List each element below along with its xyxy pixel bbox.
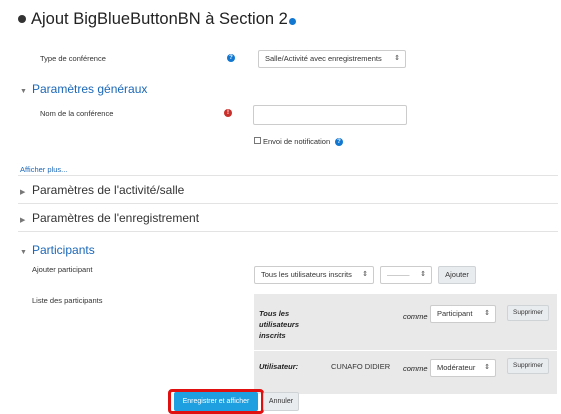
participant-user-select[interactable]: ——— ⇕ [380,266,432,284]
cancel-button[interactable]: Annuler [263,392,299,411]
help-icon[interactable]: ? [335,138,343,146]
section-recording[interactable]: ▶ Paramètres de l'enregistrement [20,211,199,225]
comme-label: comme [403,312,428,321]
add-participant-button[interactable]: Ajouter [438,266,476,284]
comme-label: comme [403,364,428,373]
chevron-down-icon: ⇕ [362,271,368,278]
notification-checkbox[interactable] [254,137,261,144]
remove-participant-button[interactable]: Supprimer [507,358,549,374]
add-participant-label: Ajouter participant [32,265,93,274]
type-conference-select[interactable]: Salle/Activité avec enregistrements ⇕ [258,50,406,68]
divider [18,231,558,232]
participant-type: Utilisateur: [259,362,299,371]
caret-down-icon: ▼ [20,88,27,95]
notification-label: Envoi de notification [263,137,331,146]
section-activity[interactable]: ▶ Paramètres de l'activité/salle [20,183,184,197]
participant-name: CUNAFO DIDIER [331,362,391,371]
chevron-down-icon: ⇕ [394,55,400,62]
type-conference-label: Type de conférence [40,54,106,63]
chevron-down-icon: ⇕ [484,364,490,371]
caret-right-icon: ▶ [20,189,26,196]
role-select[interactable]: Modérateur ⇕ [430,359,496,377]
help-icon[interactable] [288,18,296,26]
show-more-link[interactable]: Afficher plus... [20,165,67,174]
chevron-down-icon: ⇕ [420,271,426,278]
required-icon: ! [224,109,232,117]
remove-participant-button[interactable]: Supprimer [507,305,549,321]
participant-name: Tous les utilisateurs inscrits [259,309,300,340]
divider [18,175,558,176]
section-general[interactable]: ▼ Paramètres généraux [20,82,147,96]
help-icon[interactable]: ? [227,54,235,62]
caret-down-icon: ▼ [20,249,27,256]
role-select[interactable]: Participant ⇕ [430,305,496,323]
page-title: Ajout BigBlueButtonBN à Section 2 [18,10,296,29]
participant-list-label: Liste des participants [32,296,103,305]
divider [18,203,558,204]
conference-name-input[interactable] [253,105,407,125]
activity-icon [18,14,26,23]
save-display-button[interactable]: Enregistrer et afficher [174,392,258,411]
row-divider [254,350,557,351]
chevron-down-icon: ⇕ [484,310,490,317]
participant-type-select[interactable]: Tous les utilisateurs inscrits ⇕ [254,266,374,284]
conference-name-label: Nom de la conférence [40,109,114,118]
section-participants[interactable]: ▼ Participants [20,243,95,257]
caret-right-icon: ▶ [20,217,26,224]
